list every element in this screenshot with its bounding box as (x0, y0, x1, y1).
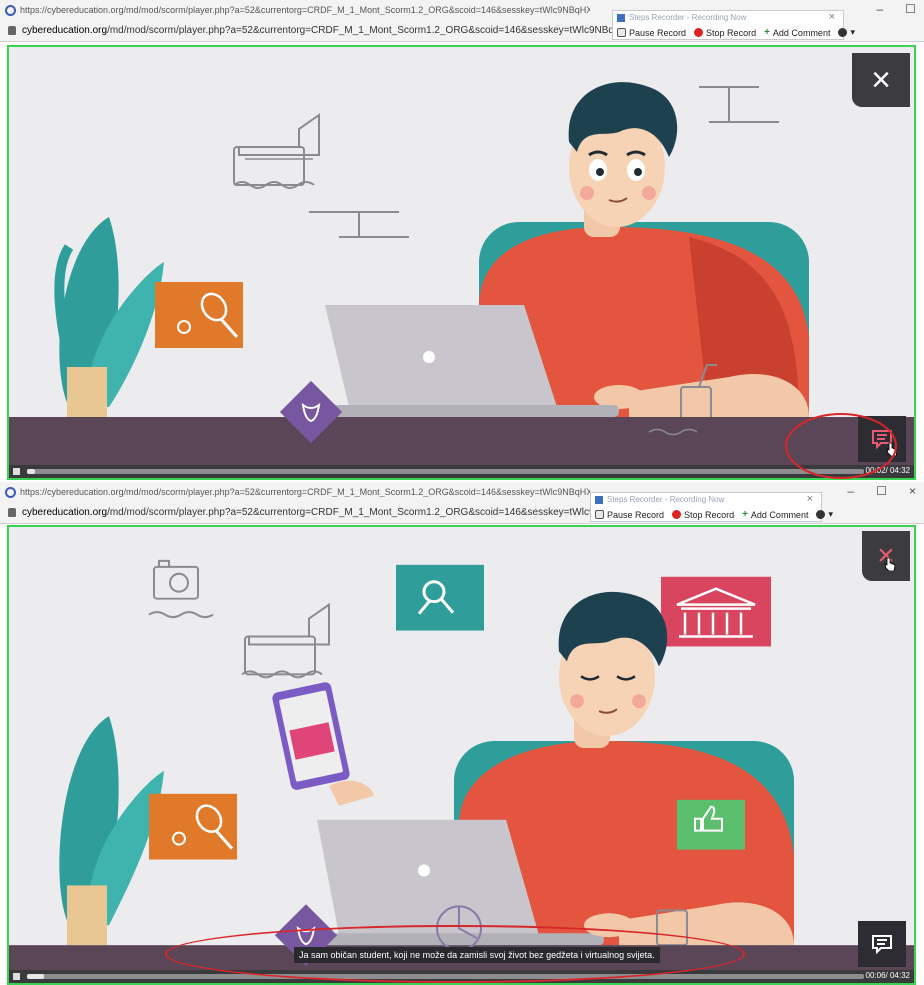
close-button[interactable]: × (862, 531, 910, 581)
steps-recorder-window: Steps Recorder - Recording Now × Pause R… (612, 10, 855, 40)
help-button[interactable]: ▾ (816, 509, 833, 520)
stop-record-button[interactable]: Stop Record (672, 510, 734, 520)
closed-captions-button[interactable] (858, 416, 906, 462)
steps-recorder-window: Steps Recorder - Recording Now × Pause R… (590, 492, 833, 522)
close-button[interactable]: × (852, 53, 910, 107)
url-text: cybereducation.org/md/mod/scorm/player.p… (22, 506, 622, 518)
maximize-icon[interactable]: ☐ (905, 2, 916, 16)
steps-recorder-close-icon[interactable]: × (829, 11, 835, 23)
pause-record-button[interactable]: Pause Record (595, 510, 664, 520)
add-comment-button[interactable]: + Add Comment (764, 27, 830, 38)
player-time: 00:06/ 04:32 (865, 971, 910, 980)
steps-recorder-toolbar: Pause Record Stop Record + Add Comment ▾ (613, 25, 855, 40)
minimize-icon[interactable]: – (848, 484, 855, 498)
progress-fill (27, 469, 36, 474)
pause-icon (617, 28, 626, 37)
window-controls: – ☐ × (848, 484, 916, 498)
window-title: https://cybereducation.org/md/mod/scorm/… (20, 487, 590, 497)
close-icon: × (871, 61, 891, 99)
address-bar[interactable]: cybereducation.org/md/mod/scorm/player.p… (4, 22, 644, 38)
steps-recorder-title: Steps Recorder - Recording Now (595, 495, 724, 504)
lock-icon (8, 25, 16, 35)
pause-icon (595, 510, 604, 519)
player-progress-bar[interactable]: 00:02/ 04:32 (9, 465, 914, 478)
help-icon (816, 510, 826, 519)
browser-icon (5, 4, 16, 16)
closed-captions-icon (872, 935, 892, 954)
add-comment-icon: + (764, 27, 770, 38)
lock-icon (8, 507, 16, 517)
pause-record-button[interactable]: Pause Record (617, 28, 686, 38)
browser-chrome: https://cybereducation.org/md/mod/scorm/… (0, 482, 924, 524)
help-button[interactable]: ▾ (838, 27, 855, 38)
steps-recorder-close-icon[interactable]: × (807, 493, 813, 505)
steps-recorder-toolbar: Pause Record Stop Record + Add Comment ▾ (591, 507, 833, 522)
progress-track[interactable] (27, 469, 864, 474)
progress-track[interactable] (27, 974, 864, 979)
video-frame (9, 527, 914, 983)
cursor-hand-icon (886, 442, 898, 456)
play-pause-icon[interactable] (13, 973, 20, 980)
help-icon (838, 28, 848, 37)
steps-recorder-title: Steps Recorder - Recording Now (617, 13, 746, 22)
browser-chrome: https://cybereducation.org/md/mod/scorm/… (0, 0, 924, 42)
steps-recorder-icon (617, 13, 625, 22)
window-title: https://cybereducation.org/md/mod/scorm/… (20, 5, 590, 15)
window-controls: – ☐ (877, 2, 916, 16)
closed-captions-button[interactable] (858, 921, 906, 967)
screenshot-1: https://cybereducation.org/md/mod/scorm/… (0, 0, 924, 480)
add-comment-button[interactable]: + Add Comment (742, 509, 808, 520)
scorm-player: × 00:02/ 04:32 (7, 45, 916, 480)
stop-icon (694, 28, 704, 37)
screenshot-2: https://cybereducation.org/md/mod/scorm/… (0, 482, 924, 985)
progress-fill (27, 974, 44, 979)
steps-recorder-icon (595, 495, 603, 504)
scorm-player: × Ja sam običan student, koji ne može da… (7, 525, 916, 985)
subtitle-caption: Ja sam običan student, koji ne može da z… (294, 947, 660, 963)
player-time: 00:02/ 04:32 (865, 466, 910, 475)
url-text: cybereducation.org/md/mod/scorm/player.p… (22, 24, 622, 36)
cursor-hand-icon (884, 557, 896, 571)
stop-icon (672, 510, 682, 519)
address-bar[interactable]: cybereducation.org/md/mod/scorm/player.p… (4, 504, 644, 520)
browser-icon (5, 486, 16, 498)
video-frame (9, 47, 914, 478)
maximize-icon[interactable]: ☐ (876, 484, 887, 498)
play-pause-icon[interactable] (13, 468, 20, 475)
stop-record-button[interactable]: Stop Record (694, 28, 756, 38)
player-progress-bar[interactable]: 00:06/ 04:32 (9, 970, 914, 983)
add-comment-icon: + (742, 509, 748, 520)
minimize-icon[interactable]: – (877, 2, 884, 16)
close-window-icon[interactable]: × (909, 484, 916, 498)
